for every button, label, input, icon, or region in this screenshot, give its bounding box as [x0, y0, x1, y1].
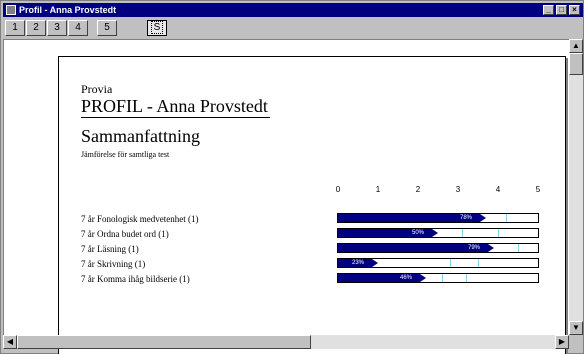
- page-title: PROFIL - Anna Provstedt: [81, 96, 270, 118]
- title-bar[interactable]: Profil - Anna Provstedt _ □ ×: [3, 3, 583, 17]
- reference-line: [518, 244, 519, 252]
- axis-tick-label: 1: [375, 185, 381, 194]
- bar-arrow: [488, 244, 494, 252]
- bar-track: 50%: [337, 228, 539, 238]
- tab-label: 3: [54, 22, 60, 33]
- app-icon[interactable]: [6, 5, 16, 15]
- axis-tick-label: 3: [455, 185, 461, 194]
- document-canvas: Provia PROFIL - Anna Provstedt Sammanfat…: [3, 39, 569, 354]
- reference-line: [478, 259, 479, 267]
- tab-summary[interactable]: S: [147, 20, 167, 36]
- test-label: 7 år Skrivning (1): [81, 259, 146, 269]
- vertical-scrollbar[interactable]: ▲ ▼: [569, 39, 583, 335]
- horizontal-scroll-thumb[interactable]: [17, 335, 311, 349]
- reference-line: [462, 229, 463, 237]
- tab-3[interactable]: 3: [47, 20, 67, 36]
- scroll-down-button[interactable]: ▼: [569, 321, 583, 335]
- bar-arrow: [420, 274, 426, 282]
- resize-corner[interactable]: [569, 335, 583, 349]
- bar-arrow: [480, 214, 486, 222]
- bar-track: 78%: [337, 213, 539, 223]
- tab-4[interactable]: 4: [68, 20, 88, 36]
- bar-value-label: 78%: [460, 215, 473, 221]
- bar-value-label: 50%: [412, 230, 425, 236]
- reference-line: [450, 259, 451, 267]
- vertical-scroll-thumb[interactable]: [569, 53, 583, 75]
- axis-tick-label: 2: [415, 185, 421, 194]
- scroll-right-button[interactable]: ▶: [555, 335, 569, 349]
- horizontal-scrollbar[interactable]: ◀ ▶: [3, 335, 569, 349]
- app-window: Profil - Anna Provstedt _ □ × 1 2 3 4 5 …: [0, 0, 584, 354]
- summary-chart: 0 1 2 3 4 5 78% 50% 79% 23% 46%: [335, 185, 545, 295]
- reference-line: [466, 274, 467, 282]
- close-button[interactable]: ×: [569, 5, 580, 15]
- bar-track: 46%: [337, 273, 539, 283]
- tab-label: 4: [75, 22, 81, 33]
- window-title: Profil - Anna Provstedt: [19, 5, 117, 15]
- maximize-button[interactable]: □: [556, 5, 567, 15]
- tab-label: 5: [104, 22, 110, 33]
- org-name: Provia: [81, 82, 113, 96]
- tab-1[interactable]: 1: [5, 20, 25, 36]
- bar-arrow: [372, 259, 378, 267]
- section-subtitle: Jämförelse för samtliga test: [81, 150, 170, 159]
- axis-tick-label: 5: [535, 185, 541, 194]
- bar-value-label: 46%: [400, 275, 413, 281]
- test-label: 7 år Ordna budet ord (1): [81, 229, 169, 239]
- bar-track: 79%: [337, 243, 539, 253]
- scroll-up-button[interactable]: ▲: [569, 39, 583, 53]
- reference-line: [498, 229, 499, 237]
- reference-line: [506, 214, 507, 222]
- bar-track: 23%: [337, 258, 539, 268]
- section-title: Sammanfattning: [81, 126, 200, 146]
- axis-tick-label: 4: [495, 185, 501, 194]
- tab-label: 2: [33, 22, 39, 33]
- minimize-button[interactable]: _: [543, 5, 554, 15]
- reference-line: [442, 274, 443, 282]
- tab-label: S: [150, 21, 164, 34]
- bar: [338, 214, 480, 222]
- bar-value-label: 23%: [352, 260, 365, 266]
- tab-label: 1: [12, 22, 18, 33]
- test-label: 7 år Läsning (1): [81, 244, 139, 254]
- bar-value-label: 79%: [468, 245, 481, 251]
- tab-5[interactable]: 5: [97, 20, 117, 36]
- tab-2[interactable]: 2: [26, 20, 46, 36]
- test-label: 7 år Komma ihåg bildserie (1): [81, 274, 190, 284]
- bar: [338, 244, 488, 252]
- axis-tick-label: 0: [335, 185, 341, 194]
- bar-arrow: [432, 229, 438, 237]
- scroll-left-button[interactable]: ◀: [3, 335, 17, 349]
- report-page: Provia PROFIL - Anna Provstedt Sammanfat…: [58, 56, 566, 354]
- test-label: 7 år Fonologisk medvetenhet (1): [81, 214, 199, 224]
